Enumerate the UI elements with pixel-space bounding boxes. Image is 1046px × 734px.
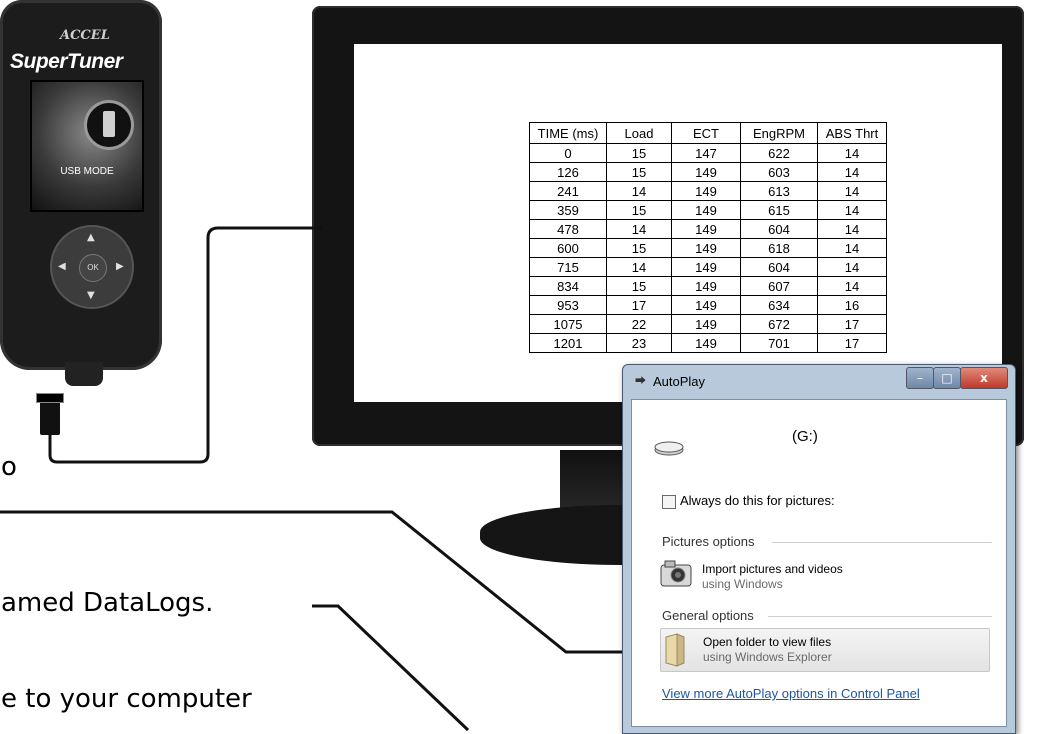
manual-text-line-1: o — [1, 452, 17, 482]
pictures-options-heading: Pictures options — [662, 534, 755, 549]
general-options-heading: General options — [662, 608, 754, 623]
import-pictures-option[interactable]: Import pictures and videos using Windows — [658, 556, 988, 598]
open-folder-option[interactable]: Open folder to view files using Windows … — [660, 628, 990, 672]
camera-icon — [660, 560, 692, 587]
manual-text-line-3: e to your computer — [1, 684, 252, 714]
open-folder-title: Open folder to view files — [703, 635, 832, 649]
manual-text-line-2: amed DataLogs. — [1, 588, 214, 618]
maximize-button[interactable]: □ — [933, 367, 961, 389]
minimize-button[interactable]: – — [906, 367, 934, 389]
dialog-title: AutoPlay — [653, 374, 706, 389]
leader-line-datalogs — [312, 604, 470, 732]
section-divider — [768, 616, 992, 617]
autoplay-icon: ⮕ — [635, 374, 646, 387]
section-divider — [772, 542, 992, 543]
always-do-this-label[interactable]: Always do this for pictures: — [680, 493, 835, 508]
import-option-subtitle: using Windows — [702, 577, 783, 591]
autoplay-dialog: ⮕ AutoPlay – □ x (G:) Always do this for… — [622, 364, 1016, 734]
close-button[interactable]: x — [960, 367, 1008, 389]
drive-icon — [654, 441, 684, 456]
dialog-titlebar[interactable]: ⮕ AutoPlay – □ x — [623, 365, 1015, 399]
import-option-title: Import pictures and videos — [702, 562, 843, 576]
folder-icon — [665, 633, 685, 667]
leader-line-open-folder — [0, 510, 664, 654]
dialog-content: (G:) Always do this for pictures: Pictur… — [631, 399, 1007, 727]
more-autoplay-options-link[interactable]: View more AutoPlay options in Control Pa… — [662, 686, 920, 701]
always-do-this-checkbox[interactable] — [662, 495, 676, 509]
usb-cable-line — [48, 226, 322, 464]
drive-label: (G:) — [792, 428, 818, 445]
open-folder-subtitle: using Windows Explorer — [703, 650, 832, 664]
